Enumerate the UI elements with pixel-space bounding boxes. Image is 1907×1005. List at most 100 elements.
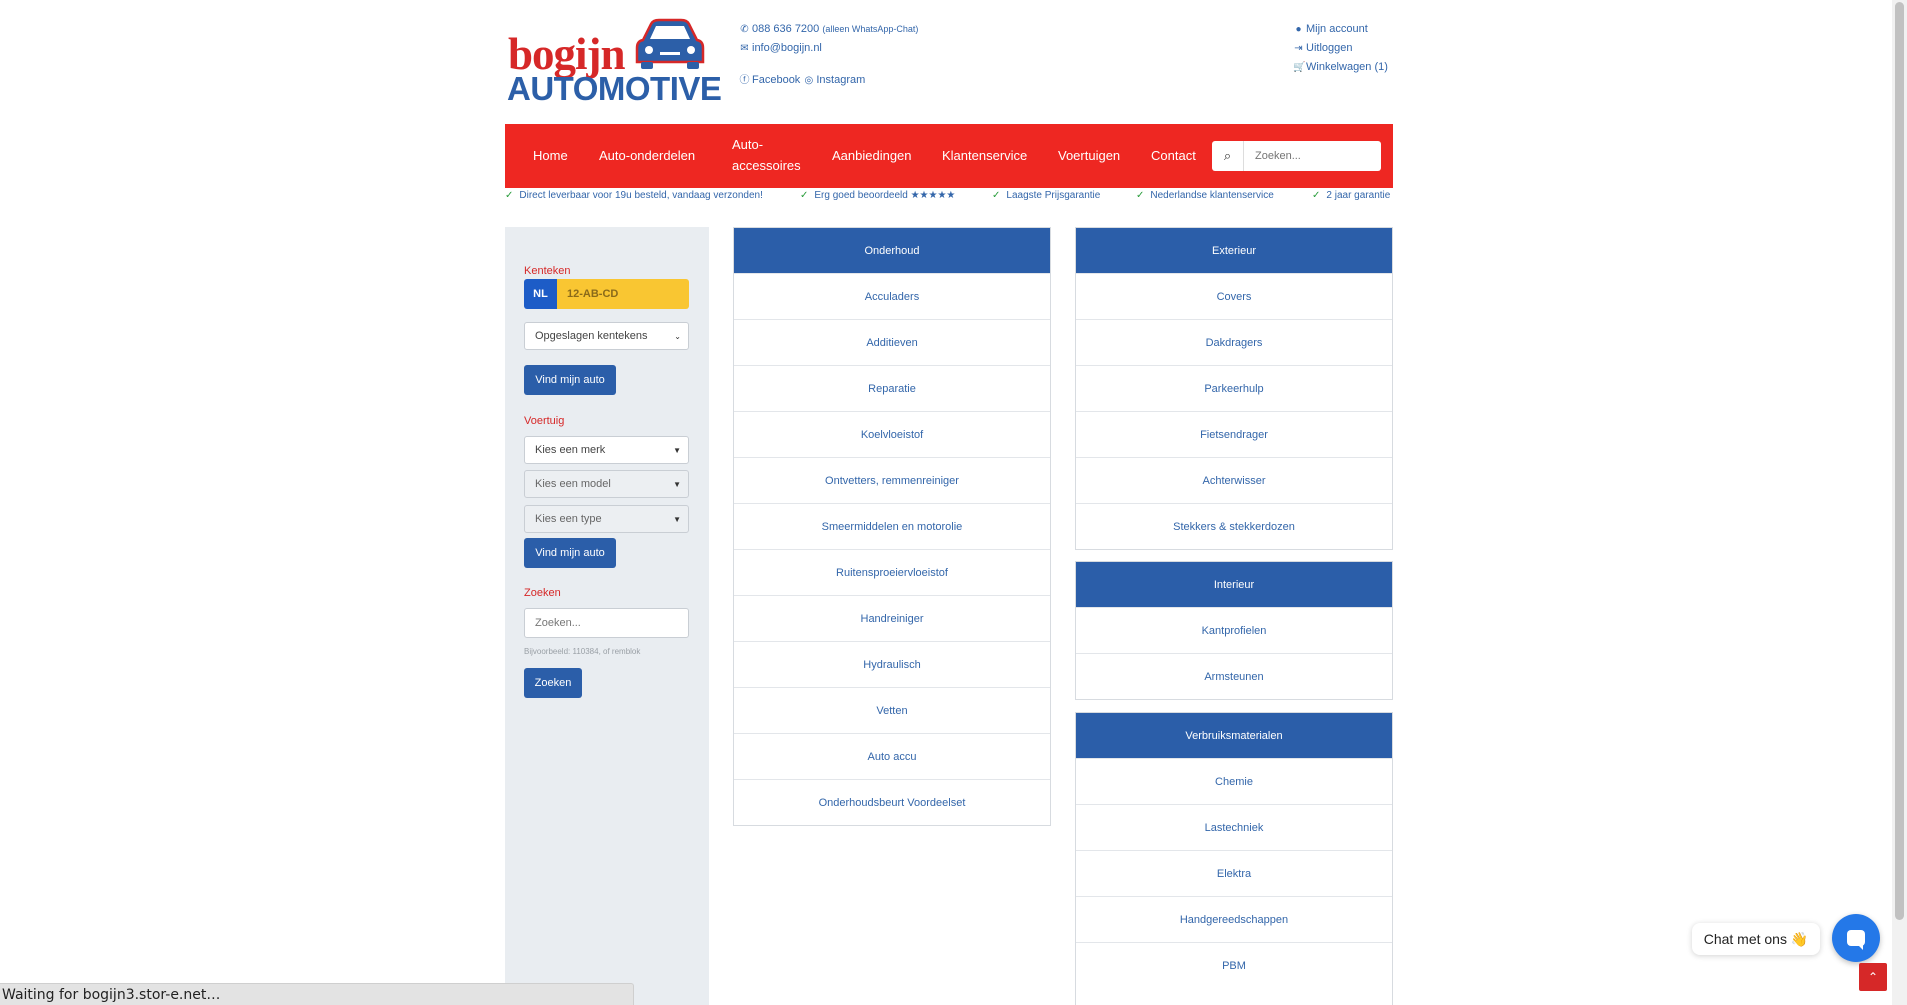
brand-select[interactable]: Kies een merk ▼ (524, 436, 689, 464)
category-link[interactable]: Elektra (1076, 850, 1392, 896)
back-to-top-button[interactable]: ⌃ (1859, 963, 1887, 991)
category-link[interactable]: PBM (1076, 942, 1392, 988)
check-icon: ✓ (1136, 190, 1145, 201)
contact-info: ✆ 088 636 7200 (alleen WhatsApp-Chat) ✉ in… (739, 20, 919, 90)
sidebar-search-button[interactable]: Zoeken (524, 668, 582, 698)
category-link[interactable]: Acculaders (734, 273, 1050, 319)
category-link[interactable]: Onderhoudsbeurt Voordeelset (734, 779, 1050, 825)
category-panel-interieur: Interieur Kantprofielen Armsteunen (1075, 561, 1393, 700)
chat-icon (1847, 930, 1865, 950)
category-link[interactable]: Covers (1076, 273, 1392, 319)
facebook-link[interactable]: Facebook (752, 74, 800, 86)
nav-aanbiedingen[interactable]: Aanbiedingen (832, 145, 912, 166)
panel-title: Interieur (1076, 562, 1392, 607)
main-navigation: Home Auto-onderdelen Auto- accessoires A… (505, 124, 1393, 188)
usp-text: Laagste Prijsgarantie (1006, 190, 1101, 201)
social-links: ⓕ Facebook ◎ Instagram (739, 71, 918, 90)
category-link[interactable]: Additieven (734, 319, 1050, 365)
category-link[interactable]: Vetten (734, 687, 1050, 733)
category-link[interactable]: Auto accu (734, 733, 1050, 779)
nav-home[interactable]: Home (533, 145, 568, 166)
category-link[interactable]: Achterwisser (1076, 457, 1392, 503)
usp-item: ✓ Erg goed beoordeeld ★★★★★ (800, 190, 955, 201)
facebook-icon: ⓕ (739, 75, 750, 86)
category-link[interactable]: Lastechniek (1076, 804, 1392, 850)
logout-link[interactable]: ⇥ Uitloggen (1293, 39, 1388, 58)
logout-label: Uitloggen (1306, 42, 1353, 54)
phone-note: (alleen WhatsApp-Chat) (822, 24, 919, 34)
category-link[interactable]: Ruitensproeiervloeistof (734, 549, 1050, 595)
category-link[interactable]: Handreiniger (734, 595, 1050, 641)
account-links: ● Mijn account ⇥ Uitloggen 🛒Winkelwagen (1… (1293, 20, 1388, 77)
page-scrollbar[interactable] (1892, 0, 1907, 1005)
cart-link[interactable]: 🛒Winkelwagen (1) (1293, 58, 1388, 77)
my-account-link[interactable]: ● Mijn account (1293, 20, 1388, 39)
type-select: Kies een type ▼ (524, 505, 689, 533)
usp-bar: ✓ Direct leverbaar voor 19u besteld, vand… (505, 190, 1393, 204)
category-link[interactable]: Chemie (1076, 758, 1392, 804)
category-link[interactable]: Parkeerhulp (1076, 365, 1392, 411)
nav-contact[interactable]: Contact (1151, 145, 1196, 166)
model-select: Kies een model ▼ (524, 470, 689, 498)
saved-plates-select[interactable]: Opgeslagen kentekens ⌄ (524, 322, 689, 350)
vehicle-sidebar: Kenteken NL 12-AB-CD Opgeslagen kenteken… (505, 227, 709, 1005)
usp-text: 2 jaar garantie (1326, 190, 1391, 201)
usp-item: ✓ Laagste Prijsgarantie (992, 190, 1100, 201)
kenteken-label: Kenteken (524, 265, 571, 277)
category-panel-verbruiksmaterialen: Verbruiksmaterialen Chemie Lastechniek E… (1075, 712, 1393, 1005)
scrollbar-thumb[interactable] (1895, 2, 1904, 920)
whatsapp-icon: ✆ (740, 24, 749, 35)
find-car-button-2[interactable]: Vind mijn auto (524, 538, 616, 568)
nav-auto-accessoires-line1: Auto- (732, 137, 764, 152)
nav-auto-accessoires-line2: accessoires (732, 158, 801, 173)
nav-auto-accessoires[interactable]: Auto- accessoires (732, 134, 801, 176)
category-link[interactable]: Handgereedschappen (1076, 896, 1392, 942)
sidebar-search-input[interactable]: Zoeken... (524, 608, 689, 638)
voertuig-label: Voertuig (524, 415, 565, 427)
instagram-link[interactable]: Instagram (816, 74, 865, 86)
user-icon: ● (1295, 24, 1302, 35)
category-link[interactable]: Koelvloeistof (734, 411, 1050, 457)
category-panel-onderhoud: Onderhoud Acculaders Additieven Reparati… (733, 227, 1051, 826)
panel-title: Verbruiksmaterialen (1076, 713, 1392, 758)
usp-text: Erg goed beoordeeld ★★★★★ (814, 190, 956, 201)
category-link[interactable]: Reparatie (734, 365, 1050, 411)
category-link[interactable]: Dakdragers (1076, 319, 1392, 365)
nav-search-input[interactable] (1245, 141, 1381, 171)
chat-launcher-button[interactable] (1832, 914, 1880, 962)
plate-country: NL (524, 279, 557, 309)
nav-search: ⌕ (1212, 141, 1381, 171)
instagram-icon: ◎ (804, 75, 814, 86)
nav-voertuigen[interactable]: Voertuigen (1058, 145, 1120, 166)
sign-out-icon: ⇥ (1294, 43, 1303, 54)
category-link[interactable]: Stekkers & stekkerdozen (1076, 503, 1392, 549)
category-panel-exterieur: Exterieur Covers Dakdragers Parkeerhulp … (1075, 227, 1393, 550)
plate-placeholder: 12-AB-CD (557, 279, 689, 309)
phone-number[interactable]: 088 636 7200 (752, 23, 819, 35)
logo-subtitle: AUTOMOTIVE (507, 70, 722, 107)
category-link[interactable]: Armsteunen (1076, 653, 1392, 699)
caret-down-icon: ▼ (673, 446, 681, 455)
category-link[interactable]: Hydraulisch (734, 641, 1050, 687)
find-car-button[interactable]: Vind mijn auto (524, 365, 616, 395)
license-plate-input[interactable]: NL 12-AB-CD (524, 279, 689, 309)
site-logo[interactable]: bogijn AUTOMOTIVE (505, 16, 722, 107)
usp-item: ✓ Nederlandse klantenservice (1136, 190, 1274, 201)
category-link[interactable]: Kantprofielen (1076, 607, 1392, 653)
search-icon[interactable]: ⌕ (1212, 141, 1244, 171)
usp-text: Direct leverbaar voor 19u besteld, vanda… (519, 190, 763, 201)
type-select-value: Kies een type (535, 513, 602, 525)
category-link[interactable]: Smeermiddelen en motorolie (734, 503, 1050, 549)
chat-greeting[interactable]: Chat met ons 👋 (1692, 923, 1820, 955)
nav-klantenservice[interactable]: Klantenservice (942, 145, 1027, 166)
browser-status-bar: Waiting for bogijn3.stor-e.net… (0, 983, 634, 1005)
model-select-value: Kies een model (535, 478, 611, 490)
email-line[interactable]: ✉ info@bogijn.nl (739, 39, 918, 58)
email-link[interactable]: info@bogijn.nl (752, 42, 822, 54)
category-link[interactable]: Ontvetters, remmenreiniger (734, 457, 1050, 503)
car-logo-icon (635, 18, 705, 69)
category-link[interactable]: Fietsendrager (1076, 411, 1392, 457)
saved-plates-value: Opgeslagen kentekens (535, 330, 648, 342)
phone-line[interactable]: ✆ 088 636 7200 (alleen WhatsApp-Chat) (739, 20, 918, 39)
nav-auto-onderdelen[interactable]: Auto-onderdelen (599, 145, 695, 166)
